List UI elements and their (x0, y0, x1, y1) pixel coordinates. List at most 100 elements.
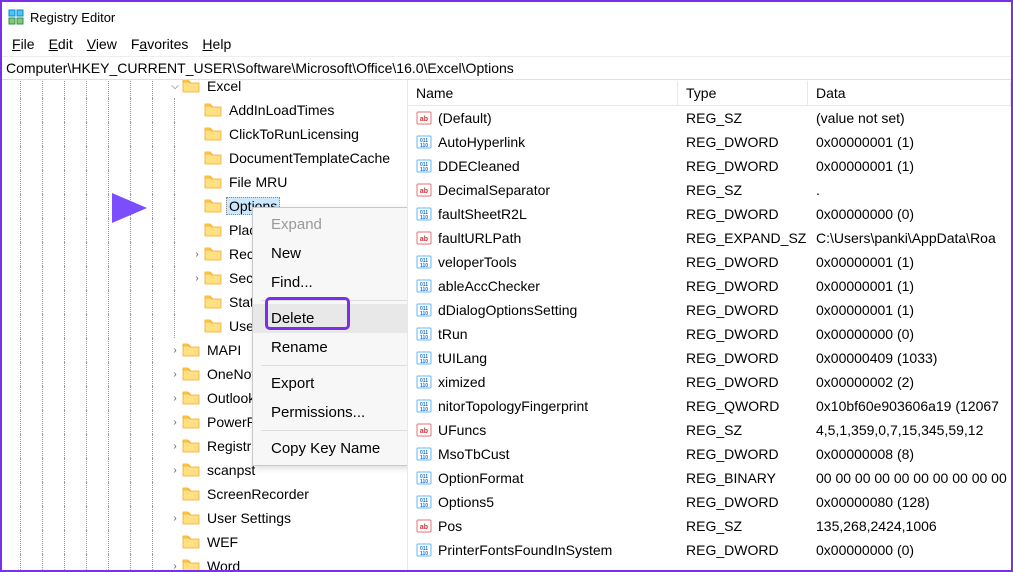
expander-icon[interactable] (190, 151, 204, 165)
tree-item[interactable]: WEF (2, 530, 393, 554)
tree-item[interactable]: ⌵Excel (2, 80, 393, 98)
menu-item-new[interactable]: New› (253, 239, 408, 268)
tree-item[interactable]: ›Word (2, 554, 393, 570)
value-row[interactable]: 011110DDECleanedREG_DWORD0x00000001 (1) (408, 154, 1011, 178)
tree-pane[interactable]: ⌵ExcelAddInLoadTimesClickToRunLicensingD… (2, 80, 408, 570)
value-row[interactable]: 011110MsoTbCustREG_DWORD0x00000008 (8) (408, 442, 1011, 466)
expander-icon[interactable]: ⌵ (168, 80, 182, 93)
expander-icon[interactable]: › (168, 439, 182, 453)
menu-edit[interactable]: Edit (43, 34, 79, 54)
address-bar[interactable]: Computer\HKEY_CURRENT_USER\Software\Micr… (2, 56, 1011, 80)
menu-file[interactable]: File (6, 34, 41, 54)
value-type: REG_DWORD (678, 158, 808, 174)
tree-item[interactable]: › User Settings (2, 506, 393, 530)
expander-icon[interactable] (190, 295, 204, 309)
value-row[interactable]: abDecimalSeparatorREG_SZ. (408, 178, 1011, 202)
value-name: tRun (438, 326, 468, 342)
expander-icon[interactable]: › (168, 415, 182, 429)
value-name: Options5 (438, 494, 494, 510)
value-row[interactable]: 011110veloperToolsREG_DWORD0x00000001 (1… (408, 250, 1011, 274)
menu-favorites[interactable]: Favorites (125, 34, 195, 54)
expander-icon[interactable] (168, 487, 182, 501)
svg-text:110: 110 (420, 407, 428, 413)
expander-icon[interactable]: › (168, 367, 182, 381)
svg-text:110: 110 (420, 311, 428, 317)
value-name: UFuncs (438, 422, 486, 438)
tree-item[interactable]: ScreenRecorder (2, 482, 393, 506)
menu-item-label: Find... (271, 274, 313, 291)
svg-text:110: 110 (420, 551, 428, 557)
expander-icon[interactable]: › (168, 343, 182, 357)
svg-text:110: 110 (420, 359, 428, 365)
value-row[interactable]: 011110tRunREG_DWORD0x00000000 (0) (408, 322, 1011, 346)
col-header-type[interactable]: Type (678, 81, 808, 105)
values-pane[interactable]: Name Type Data ab(Default)REG_SZ(value n… (408, 80, 1011, 570)
expander-icon[interactable]: › (168, 511, 182, 525)
col-header-name[interactable]: Name (408, 81, 678, 105)
value-name: OptionFormat (438, 470, 524, 486)
value-row[interactable]: 011110OptionFormatREG_BINARY00 00 00 00 … (408, 466, 1011, 490)
menu-item-rename[interactable]: Rename (253, 333, 408, 362)
tree-item[interactable]: AddInLoadTimes (2, 98, 393, 122)
menu-item-permissions[interactable]: Permissions... (253, 398, 408, 427)
value-data: C:\Users\panki\AppData\Roa (808, 230, 1011, 246)
menu-separator (261, 430, 408, 431)
tree-item-label: MAPI (204, 341, 244, 359)
expander-icon[interactable] (168, 535, 182, 549)
col-header-data[interactable]: Data (808, 81, 1011, 105)
expander-icon[interactable]: › (190, 271, 204, 285)
titlebar: Registry Editor (2, 2, 1011, 32)
value-type: REG_DWORD (678, 494, 808, 510)
tree-item-label: WEF (204, 533, 241, 551)
expander-icon[interactable] (190, 223, 204, 237)
value-data: 0x00000409 (1033) (808, 350, 1011, 366)
tree-item[interactable]: DocumentTemplateCache (2, 146, 393, 170)
address-path: Computer\HKEY_CURRENT_USER\Software\Micr… (6, 60, 514, 76)
value-row[interactable]: ab(Default)REG_SZ(value not set) (408, 106, 1011, 130)
value-type: REG_DWORD (678, 326, 808, 342)
menu-item-copykeyname[interactable]: Copy Key Name (253, 434, 408, 463)
expander-icon[interactable] (190, 319, 204, 333)
value-row[interactable]: 011110PrinterFontsFoundInSystemREG_DWORD… (408, 538, 1011, 562)
expander-icon[interactable] (190, 199, 204, 213)
value-row[interactable]: 011110ableAccCheckerREG_DWORD0x00000001 … (408, 274, 1011, 298)
svg-text:110: 110 (420, 455, 428, 461)
value-row[interactable]: 011110AutoHyperlinkREG_DWORD0x00000001 (… (408, 130, 1011, 154)
tree-item[interactable]: ClickToRunLicensing (2, 122, 393, 146)
menu-help[interactable]: Help (196, 34, 237, 54)
expander-icon[interactable]: › (190, 247, 204, 261)
value-row[interactable]: abPosREG_SZ135,268,2424,1006 (408, 514, 1011, 538)
expander-icon[interactable] (190, 103, 204, 117)
expander-icon[interactable] (190, 127, 204, 141)
svg-text:ab: ab (420, 236, 428, 243)
menu-item-find[interactable]: Find... (253, 268, 408, 297)
tree-item-label: scanpst (204, 461, 258, 479)
svg-text:110: 110 (420, 479, 428, 485)
menu-item-export[interactable]: Export (253, 369, 408, 398)
expander-icon[interactable] (190, 175, 204, 189)
menu-view[interactable]: View (81, 34, 123, 54)
value-row[interactable]: abUFuncsREG_SZ4,5,1,359,0,7,15,345,59,12 (408, 418, 1011, 442)
expander-icon[interactable]: › (168, 559, 182, 570)
expander-icon[interactable]: › (168, 463, 182, 477)
value-row[interactable]: 011110ximizedREG_DWORD0x00000002 (2) (408, 370, 1011, 394)
menu-item-label: Rename (271, 339, 328, 356)
value-row[interactable]: 011110dDialogOptionsSettingREG_DWORD0x00… (408, 298, 1011, 322)
menu-item-delete[interactable]: Delete (253, 304, 408, 333)
value-row[interactable]: 011110tUILangREG_DWORD0x00000409 (1033) (408, 346, 1011, 370)
tree-item-label: User Settings (204, 509, 294, 527)
value-data: (value not set) (808, 110, 1011, 126)
value-type: REG_DWORD (678, 134, 808, 150)
value-name: tUILang (438, 350, 487, 366)
value-name: MsoTbCust (438, 446, 510, 462)
value-data: 0x00000008 (8) (808, 446, 1011, 462)
value-row[interactable]: 011110faultSheetR2LREG_DWORD0x00000000 (… (408, 202, 1011, 226)
value-data: 0x00000002 (2) (808, 374, 1011, 390)
value-row[interactable]: 011110nitorTopologyFingerprintREG_QWORD0… (408, 394, 1011, 418)
value-row[interactable]: abfaultURLPathREG_EXPAND_SZC:\Users\pank… (408, 226, 1011, 250)
value-data: 0x00000001 (1) (808, 158, 1011, 174)
menu-separator (261, 300, 408, 301)
expander-icon[interactable]: › (168, 391, 182, 405)
value-row[interactable]: 011110Options5REG_DWORD0x00000080 (128) (408, 490, 1011, 514)
value-name: veloperTools (438, 254, 517, 270)
